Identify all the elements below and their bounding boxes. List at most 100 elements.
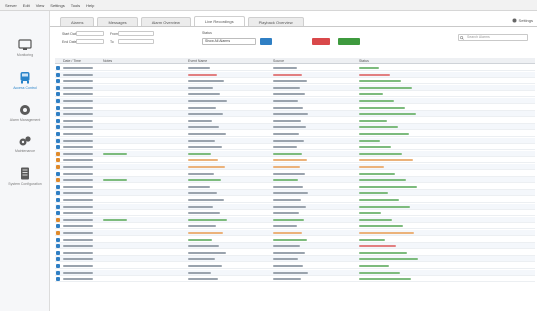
from-label: From [110,32,119,36]
cell-event-name [188,199,224,201]
table-row[interactable] [55,184,535,190]
menu-help[interactable]: Help [86,3,94,8]
cell-source [273,258,298,261]
apply-filter-button[interactable] [260,38,272,45]
camera-icon [56,92,60,97]
menu-view[interactable]: View [36,3,45,8]
tab-bar: Alarms Messages Alarm Overview Live Reco… [50,16,537,27]
table-row[interactable] [55,190,535,197]
cell-status [359,106,405,109]
cell-status [359,185,417,188]
export-button[interactable] [338,38,360,45]
status-select[interactable]: Show All Alarms [202,38,256,45]
cell-status [359,93,383,96]
camera-icon [56,125,60,130]
sidebar-item-monitoring[interactable]: Monitoring [0,39,50,71]
to-time-input[interactable] [118,39,154,44]
table-row[interactable] [55,177,535,184]
table-row[interactable] [55,237,535,243]
tab-messages[interactable]: Messages [97,17,138,26]
camera-icon [56,184,60,189]
table-row[interactable] [55,124,535,131]
table-row[interactable] [55,78,535,85]
clear-button[interactable] [312,38,330,45]
cell-event-name [188,133,226,135]
column-header-notes[interactable]: Notes [103,59,112,63]
cell-status [359,73,390,76]
cell-event-name [188,86,213,89]
menu-tools[interactable]: Tools [71,3,80,8]
cell-source [273,80,307,83]
cell-source [273,100,298,102]
table-row[interactable] [55,243,535,250]
table-row[interactable] [55,65,535,71]
table-row[interactable] [55,276,535,283]
table-row[interactable] [55,164,535,170]
sidebar-item-maintenance[interactable]: Maintenance [0,135,50,167]
table-row[interactable] [55,223,535,230]
cell-source [273,86,300,89]
table-row[interactable] [55,105,535,111]
end-date-label: End Date [62,40,77,44]
cell-source [273,113,308,116]
menu-edit[interactable]: Edit [23,3,30,8]
column-header-date-time[interactable]: Date / Time [63,59,81,63]
camera-icon [56,257,60,262]
table-row[interactable] [55,111,535,118]
table-row[interactable] [55,118,535,124]
column-header-status[interactable]: Status [359,59,369,63]
sidebar-item-system-configuration[interactable]: System Configuration [0,167,50,199]
cell-date-time [63,218,93,221]
camera-icon [56,250,60,255]
table-row[interactable] [55,157,535,164]
status-label: Status [202,31,212,35]
table-row[interactable] [55,263,535,269]
column-header-event-name[interactable]: Event Name [188,59,207,63]
tab-alarms[interactable]: Alarms [60,17,95,26]
table-row[interactable] [55,216,535,223]
table-row[interactable] [55,71,535,78]
column-header-source[interactable]: Source [273,59,284,63]
cell-event-name [188,179,221,182]
table-row[interactable] [55,98,535,104]
cell-status [359,278,411,281]
tab-playback-overview[interactable]: Playback Overview [247,17,304,26]
table-row[interactable] [55,131,535,137]
table-row[interactable] [55,84,535,91]
table-row[interactable] [55,230,535,236]
cell-status [359,172,395,175]
table-row[interactable] [55,91,535,98]
tab-live-recordings[interactable]: Live Recordings [193,16,245,26]
start-date-input[interactable] [76,31,104,36]
end-date-input[interactable] [76,39,104,44]
search-input[interactable]: Search Alarms [458,34,528,41]
cell-event-name [188,100,227,102]
cell-event-name [188,67,210,69]
table-row[interactable] [55,256,535,263]
table-row[interactable] [55,197,535,203]
table-row[interactable] [55,171,535,177]
menu-settings[interactable]: Settings [50,3,64,8]
table-row[interactable] [55,269,535,276]
cell-status [359,166,384,168]
table-row[interactable] [55,144,535,151]
sidebar-item-alarm-management[interactable]: Alarm Management [0,104,50,136]
cell-source [273,159,307,162]
table-row[interactable] [55,250,535,256]
cell-event-name [188,251,226,254]
table-row[interactable] [55,203,535,210]
tab-alarm-overview[interactable]: Alarm Overview [140,17,191,26]
top-right-settings[interactable]: Settings [512,18,533,23]
table-row[interactable] [55,137,535,144]
menu-server[interactable]: Server [5,3,17,8]
sidebar-item-access-control[interactable]: Access Control [0,71,50,103]
cell-status [359,80,401,83]
cell-date-time [63,133,93,135]
cell-source [273,73,302,76]
from-time-input[interactable] [118,31,154,36]
camera-icon [56,224,60,229]
table-row[interactable] [55,210,535,217]
cell-source [273,166,300,168]
cell-date-time [63,106,93,109]
table-row[interactable] [55,150,535,157]
